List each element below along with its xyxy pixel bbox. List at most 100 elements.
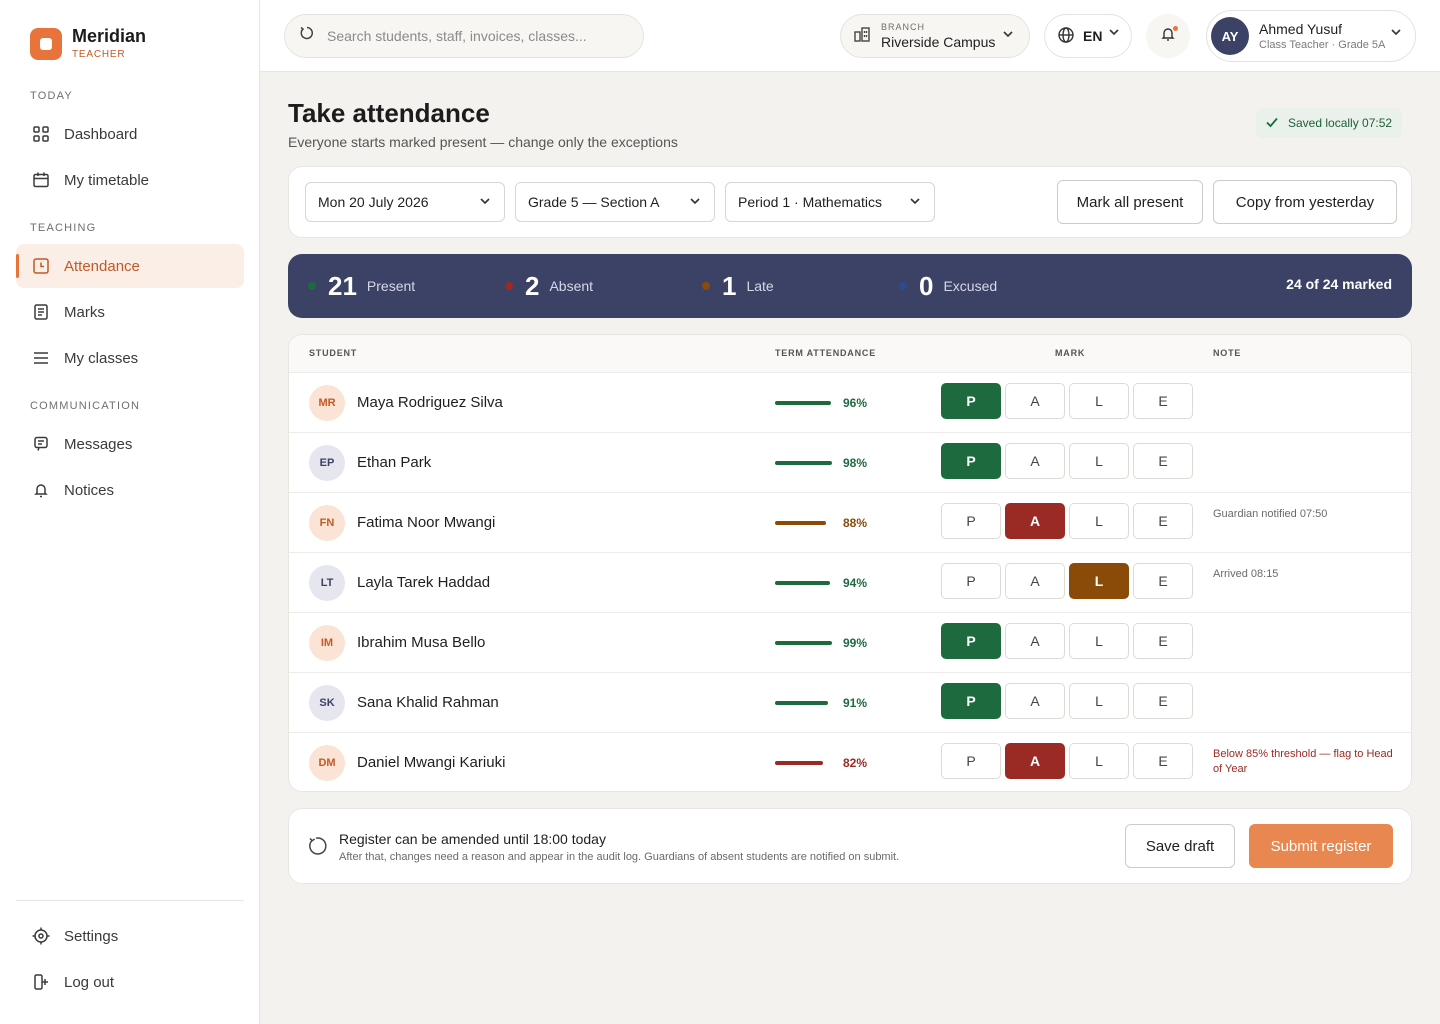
mark-all-present-button[interactable]: Mark all present (1057, 180, 1203, 224)
sidebar-item-label: Attendance (64, 257, 140, 275)
mark-e-button[interactable]: E (1133, 743, 1193, 779)
mark-a-button[interactable]: A (1005, 383, 1065, 419)
student-name: Ethan Park (357, 454, 432, 471)
sidebar-item-messages[interactable]: Messages (16, 422, 244, 466)
mark-a-button[interactable]: A (1005, 623, 1065, 659)
search-icon (299, 26, 315, 47)
mark-a-button[interactable]: A (1005, 443, 1065, 479)
table-row: DM Daniel Mwangi Kariuki 82% P A L E Below 85% … (289, 733, 1411, 791)
language-selector[interactable]: EN (1044, 14, 1132, 58)
stat-label: Late (746, 278, 774, 294)
row-note: Arrived 08:15 (1213, 568, 1279, 580)
mark-e-button[interactable]: E (1133, 563, 1193, 599)
sidebar-item-timetable[interactable]: My timetable (16, 158, 244, 202)
mark-e-button[interactable]: E (1133, 443, 1193, 479)
copy-from-yesterday-button[interactable]: Copy from yesterday (1213, 180, 1397, 224)
marked-count: 24 of 24 marked (1286, 276, 1392, 292)
attendance-percent: 98% (843, 456, 868, 470)
globe-icon (1057, 26, 1075, 47)
attendance-bar-fill (775, 401, 831, 405)
page-title: Take attendance (288, 98, 490, 128)
mark-a-button[interactable]: A (1005, 743, 1065, 779)
mark-a-button[interactable]: A (1005, 563, 1065, 599)
mark-l-button[interactable]: L (1069, 743, 1129, 779)
check-icon (1264, 114, 1280, 133)
nav-section-teaching: TEACHING (30, 222, 97, 234)
attendance-bar-fill (775, 581, 830, 585)
mark-l-button[interactable]: L (1069, 503, 1129, 539)
mark-group: PALE (941, 743, 1197, 779)
mark-p-button[interactable]: P (941, 443, 1001, 479)
mark-l-button[interactable]: L (1069, 443, 1129, 479)
date-value: Mon 20 July 2026 (318, 194, 429, 210)
sidebar-item-settings[interactable]: Settings (16, 914, 244, 958)
attendance-bar (775, 581, 833, 585)
table-row: FN Fatima Noor Mwangi 88% P A L E Guardian noti… (289, 493, 1411, 553)
mark-e-button[interactable]: E (1133, 383, 1193, 419)
filters-bar: Mon 20 July 2026 Grade 5 — Section A Per… (288, 166, 1412, 238)
mark-e-button[interactable]: E (1133, 683, 1193, 719)
grid-icon (32, 125, 50, 143)
mark-p-button[interactable]: P (941, 743, 1001, 779)
mark-p-button[interactable]: P (941, 563, 1001, 599)
mark-p-button[interactable]: P (941, 383, 1001, 419)
save-draft-button[interactable]: Save draft (1125, 824, 1235, 868)
brand[interactable]: Meridian TEACHER (30, 27, 146, 60)
mark-l-button[interactable]: L (1069, 683, 1129, 719)
brand-logo-icon (30, 27, 62, 60)
table-row: MR Maya Rodriguez Silva 96% P A L E (289, 373, 1411, 433)
mark-l-button[interactable]: L (1069, 383, 1129, 419)
branch-selector[interactable]: BRANCH Riverside Campus (840, 14, 1030, 58)
attendance-percent: 94% (843, 576, 868, 590)
attendance-bar (775, 641, 833, 645)
date-select[interactable]: Mon 20 July 2026 (305, 182, 505, 222)
search-bar[interactable] (284, 14, 644, 58)
attendance-percent: 96% (843, 396, 868, 410)
mark-group: PALE (941, 623, 1197, 659)
table-row: IM Ibrahim Musa Bello 99% P A L E (289, 613, 1411, 673)
sidebar-item-marks[interactable]: Marks (16, 290, 244, 334)
sidebar-item-logout[interactable]: Log out (16, 960, 244, 1004)
stat-label: Excused (943, 278, 998, 294)
sidebar-item-classes[interactable]: My classes (16, 336, 244, 380)
header-term-attendance: TERM ATTENDANCE (775, 348, 876, 358)
status-dot (899, 282, 907, 290)
mark-l-button[interactable]: L (1069, 563, 1129, 599)
sidebar-item-label: Notices (64, 481, 115, 499)
row-note: Guardian notified 07:50 (1213, 508, 1328, 520)
attendance-bar-fill (775, 461, 832, 465)
avatar: IM (309, 625, 345, 661)
mark-l-button[interactable]: L (1069, 623, 1129, 659)
mark-p-button[interactable]: P (941, 683, 1001, 719)
sidebar-item-label: Messages (64, 435, 133, 453)
notifications-button[interactable] (1146, 14, 1190, 58)
period-select[interactable]: Period 1 · Mathematics (725, 182, 935, 222)
attendance-summary: 21 Present 2 Absent 1 Late 0 Excused 24 … (288, 254, 1412, 318)
attendance-bar-fill (775, 761, 823, 765)
sidebar-item-attendance[interactable]: Attendance (16, 244, 244, 288)
mark-p-button[interactable]: P (941, 623, 1001, 659)
submit-register-button[interactable]: Submit register (1249, 824, 1393, 868)
sidebar-item-notices[interactable]: Notices (16, 468, 244, 512)
class-select[interactable]: Grade 5 — Section A (515, 182, 715, 222)
stat-count: 21 (328, 270, 357, 301)
saved-status-text: Saved locally 07:52 (1288, 116, 1393, 130)
status-dot (308, 282, 316, 290)
student-name: Maya Rodriguez Silva (357, 394, 503, 411)
mark-a-button[interactable]: A (1005, 503, 1065, 539)
student-name: Daniel Mwangi Kariuki (357, 754, 506, 771)
user-menu[interactable]: AY Ahmed Yusuf Class Teacher · Grade 5A (1206, 10, 1416, 62)
mark-e-button[interactable]: E (1133, 503, 1193, 539)
mark-group: PALE (941, 683, 1197, 719)
sidebar-item-dashboard[interactable]: Dashboard (16, 112, 244, 156)
sidebar-item-label: Dashboard (64, 125, 138, 143)
sidebar-divider (16, 900, 244, 901)
topbar: BRANCH Riverside Campus EN AY Ahmed Yusu… (260, 0, 1440, 72)
attendance-bar (775, 701, 833, 705)
mark-p-button[interactable]: P (941, 503, 1001, 539)
building-icon (853, 25, 871, 48)
search-input[interactable] (327, 28, 617, 44)
brand-role: TEACHER (72, 49, 126, 60)
mark-e-button[interactable]: E (1133, 623, 1193, 659)
mark-a-button[interactable]: A (1005, 683, 1065, 719)
